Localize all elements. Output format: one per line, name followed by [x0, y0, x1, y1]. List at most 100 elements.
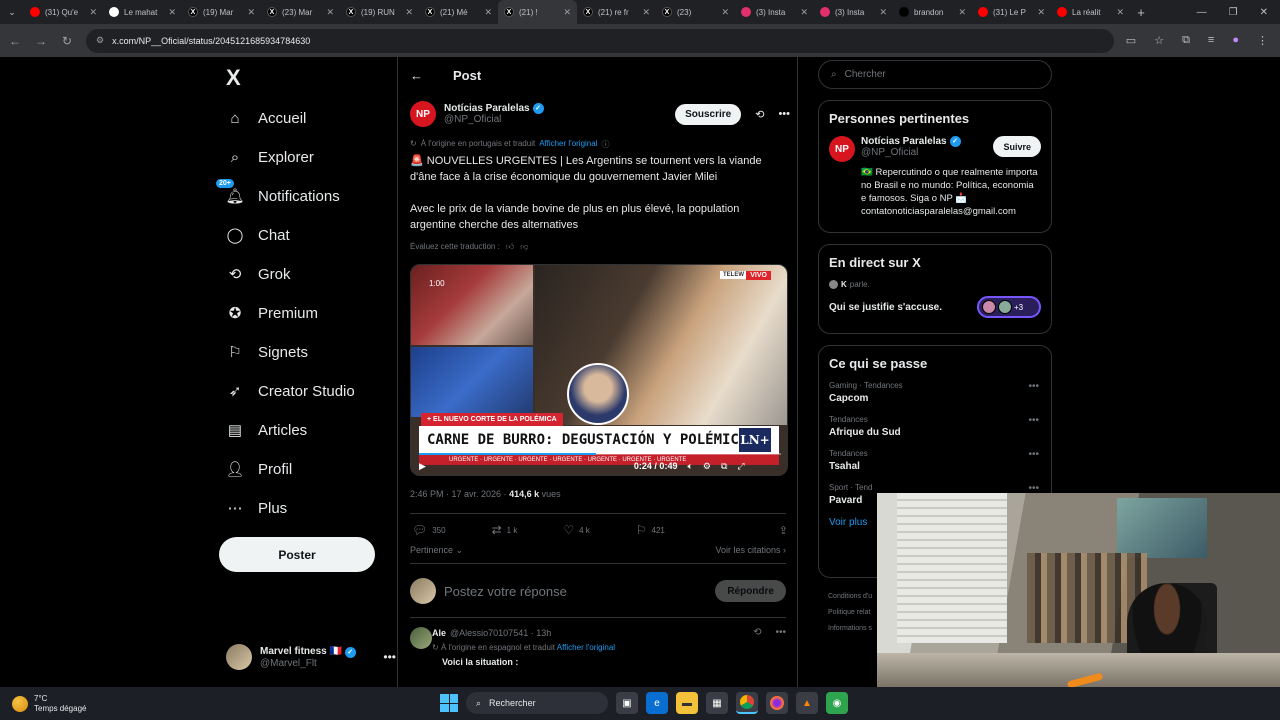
browser-tab[interactable]: X (19) Mar ✕ [182, 0, 261, 24]
close-tab-icon[interactable]: ✕ [721, 7, 729, 18]
taskbar-search[interactable]: ⌕ Rechercher [466, 692, 608, 714]
reply-action[interactable]: 💬︎ 350 [412, 523, 446, 537]
post-button[interactable]: Poster [219, 537, 375, 572]
close-tab-icon[interactable]: ✕ [168, 7, 176, 18]
reload-icon[interactable]: ↻ [60, 34, 74, 48]
browser-tab[interactable]: X (21) Mé ✕ [419, 0, 498, 24]
search-input[interactable]: ⌕ Chercher [818, 60, 1052, 89]
more-icon[interactable]: ••• [1028, 415, 1039, 426]
author-handle[interactable]: @NP_Oficial [444, 114, 544, 125]
thumbs-down-icon[interactable]: 👎︎ [520, 242, 528, 252]
sort-dropdown[interactable]: Pertinence ⌄ [410, 545, 463, 556]
reply-input[interactable]: Postez votre réponse [444, 584, 567, 599]
footer-link[interactable]: Informations s [828, 621, 872, 637]
profile-icon[interactable]: ● [1232, 34, 1239, 47]
close-tab-icon[interactable]: ✕ [1037, 7, 1045, 18]
close-tab-icon[interactable]: ✕ [326, 7, 334, 18]
more-icon[interactable]: ••• [383, 650, 396, 664]
close-window-icon[interactable]: ✕ [1260, 7, 1268, 18]
browser-tab[interactable]: La réalit ✕ [1051, 0, 1130, 24]
back-icon[interactable]: ← [8, 34, 22, 48]
weather-widget[interactable]: 7°C Temps dégagé [0, 694, 86, 714]
reply-author-handle[interactable]: @Alessio70107541 · 13h [450, 628, 551, 638]
url-field[interactable]: ⚙ x.com/NP__Oficial/status/2045121685934… [86, 28, 1114, 53]
browser-tab[interactable]: X (21) re fr ✕ [577, 0, 656, 24]
nav-item-premium[interactable]: ✪ Premium [226, 298, 318, 328]
close-tab-icon[interactable]: ✕ [405, 7, 413, 18]
nav-item-creator-studio[interactable]: ➶ Creator Studio [226, 376, 355, 406]
back-arrow-icon[interactable]: ← [410, 68, 423, 83]
cast-icon[interactable]: ▭ [1126, 34, 1136, 47]
reply-author-name[interactable]: Ale [432, 628, 446, 638]
nav-item-articles[interactable]: ▤ Articles [226, 415, 307, 445]
reply-button[interactable]: Répondre [715, 580, 786, 602]
follow-button[interactable]: Suivre [993, 136, 1041, 157]
app-icon[interactable]: ◉ [826, 692, 848, 714]
trend-item[interactable]: Tendances Afrique du Sud ••• [829, 415, 1041, 438]
subscribe-button[interactable]: Souscrire [675, 103, 742, 125]
play-icon[interactable]: ▶ [419, 461, 426, 472]
x-logo[interactable]: X [226, 65, 241, 91]
file-explorer-icon[interactable]: ▬ [676, 692, 698, 714]
minimize-icon[interactable]: — [1197, 7, 1207, 18]
nav-item-notifications[interactable]: 🔔︎ 20+ Notifications [216, 179, 340, 211]
like-action[interactable]: ♡ 4 k [563, 523, 589, 537]
show-original-link[interactable]: Afficher l'original [539, 139, 597, 150]
trend-item[interactable]: Gaming · Tendances Capcom ••• [829, 381, 1041, 404]
forward-icon[interactable]: → [34, 34, 48, 48]
close-tab-icon[interactable]: ✕ [247, 7, 255, 18]
live-space[interactable]: Qui se justifie s'accuse. +3 [829, 296, 1041, 318]
browser-tab[interactable]: (31) Le P ✕ [972, 0, 1051, 24]
browser-tab[interactable]: X (21) ! ✕ [498, 0, 577, 24]
close-tab-icon[interactable]: ✕ [958, 7, 966, 18]
video-player[interactable]: 1:00 TELEW VIVO + EL NUEVO CORTE DE LA P… [410, 264, 788, 476]
pip-icon[interactable]: ⧉ [721, 461, 727, 472]
more-icon[interactable]: ••• [775, 627, 786, 638]
new-tab-button[interactable]: + [1130, 5, 1152, 20]
nav-item-profil[interactable]: 👤︎ Profil [225, 454, 292, 484]
post-timestamp[interactable]: 2:46 PM · 17 avr. 2026 · [410, 489, 509, 499]
close-tab-icon[interactable]: ✕ [642, 7, 650, 18]
nav-item-grok[interactable]: ⟲ Grok [226, 259, 291, 289]
browser-tab[interactable]: (3) Insta ✕ [814, 0, 893, 24]
more-icon[interactable]: ••• [778, 108, 790, 120]
share-icon[interactable]: ⇪ [779, 524, 788, 537]
fullscreen-icon[interactable]: ⤢ [737, 461, 744, 472]
nav-item-explorer[interactable]: ⌕ Explorer [226, 142, 314, 172]
author-avatar[interactable]: NP [410, 101, 436, 127]
windows-start-icon[interactable] [440, 694, 458, 712]
bookmark-action[interactable]: ⚐ 421 [636, 523, 665, 537]
nav-item-accueil[interactable]: ⌂ Accueil [226, 103, 306, 133]
browser-tab[interactable]: Le mahat ✕ [103, 0, 182, 24]
info-icon[interactable]: ⓘ [601, 139, 609, 150]
close-tab-icon[interactable]: ✕ [563, 7, 571, 18]
close-tab-icon[interactable]: ✕ [800, 7, 808, 18]
author-avatar[interactable]: NP [829, 136, 855, 162]
footer-link[interactable]: Conditions d'u [828, 589, 872, 605]
more-icon[interactable]: ••• [1028, 449, 1039, 460]
firefox-icon[interactable] [766, 692, 788, 714]
browser-tab[interactable]: brandon ✕ [893, 0, 972, 24]
maximize-icon[interactable]: ❐ [1229, 7, 1238, 18]
chrome-icon[interactable] [736, 692, 758, 714]
relevant-name[interactable]: Notícias Paralelas [861, 136, 947, 147]
close-tab-icon[interactable]: ✕ [879, 7, 887, 18]
browser-tab[interactable]: X (23) Mar ✕ [261, 0, 340, 24]
volume-icon[interactable]: 🔈︎ [687, 461, 692, 472]
view-quotes-link[interactable]: Voir les citations › [715, 545, 786, 556]
nav-item-signets[interactable]: ⚐ Signets [226, 337, 308, 367]
author-name[interactable]: Notícias Paralelas [444, 103, 530, 114]
reply-post[interactable]: Ale @Alessio70107541 · 13h ⟲ ••• ↻ À l'o… [410, 627, 786, 667]
thumbs-up-icon[interactable]: 👍︎ [506, 242, 514, 252]
task-view-icon[interactable]: ▣ [616, 692, 638, 714]
more-icon[interactable]: ••• [1028, 381, 1039, 392]
browser-tab[interactable]: (3) Insta ✕ [735, 0, 814, 24]
relevant-handle[interactable]: @NP_Oficial [861, 147, 961, 158]
close-tab-icon[interactable]: ✕ [89, 7, 97, 18]
avatar[interactable] [410, 627, 432, 649]
settings-icon[interactable]: ⚙ [703, 461, 711, 472]
star-icon[interactable]: ☆ [1154, 34, 1164, 47]
nav-item-chat[interactable]: ◯ Chat [226, 220, 290, 250]
close-tab-icon[interactable]: ✕ [1116, 7, 1124, 18]
live-listeners-pill[interactable]: +3 [977, 296, 1041, 318]
